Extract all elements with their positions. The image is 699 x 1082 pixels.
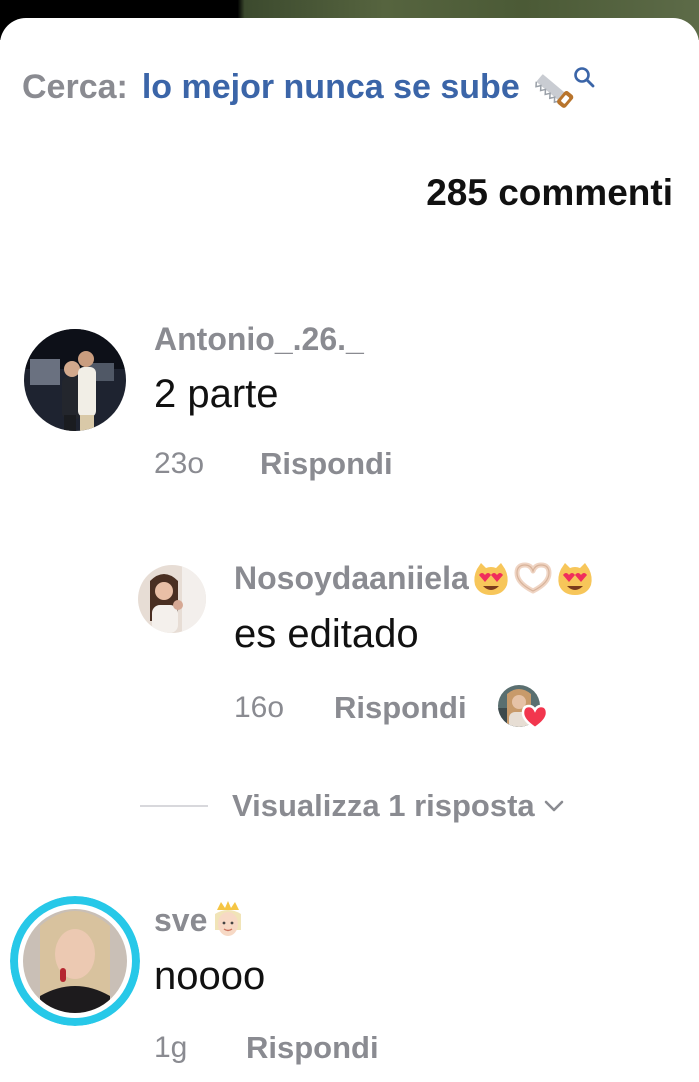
comment-meta: 1g Rispondi: [154, 1030, 379, 1066]
avatar-image: [138, 565, 206, 633]
princess-icon: [215, 901, 242, 936]
search-icon: [573, 67, 595, 88]
reply-button[interactable]: Rispondi: [246, 1030, 379, 1066]
avatar-image: [10, 896, 140, 1026]
search-query[interactable]: lo mejor nunca se sube: [142, 68, 520, 107]
comment-item: sve noooo 1g Rispondi: [0, 892, 699, 1082]
comment-time: 16o: [234, 691, 285, 724]
comment-item: Antonio_.26._ 2 parte 23o Rispondi: [0, 320, 699, 490]
creator-liked-badge: [497, 684, 548, 732]
divider-line: [140, 805, 208, 807]
comment-time: 23o: [154, 447, 205, 480]
comment-text: 2 parte: [154, 372, 279, 416]
heart-eyes-cat-icon: [474, 562, 508, 595]
heart-icon: [521, 704, 548, 730]
reply-button[interactable]: Rispondi: [260, 446, 393, 482]
comments-screen: Cerca: lo mejor nunca se sube 285 commen…: [0, 0, 699, 1082]
avatar[interactable]: [10, 896, 140, 1026]
username[interactable]: Antonio_.26._: [154, 321, 364, 358]
search-suggestion[interactable]: Cerca: lo mejor nunca se sube: [22, 64, 596, 110]
comment-text: es editado: [234, 612, 419, 656]
view-replies-label: Visualizza 1 risposta: [232, 788, 535, 823]
saw-icon: [534, 74, 574, 108]
comment-meta: 16o Rispondi: [234, 684, 548, 732]
avatar[interactable]: [24, 329, 126, 431]
chevron-down-icon: [544, 800, 563, 812]
avatar-image: [24, 329, 126, 431]
comment-meta: 23o Rispondi: [154, 446, 393, 482]
comment-text: noooo: [154, 954, 266, 998]
reply-item: Nosoydaaniiela es editado 16o Rispondi: [0, 558, 699, 730]
view-replies-button[interactable]: Visualizza 1 risposta: [140, 788, 565, 824]
comments-count: 285 commenti: [426, 172, 673, 213]
comment-time: 1g: [154, 1031, 188, 1064]
username[interactable]: Nosoydaaniiela: [234, 560, 595, 597]
search-prefix: Cerca:: [22, 67, 128, 106]
avatar[interactable]: [138, 565, 206, 633]
heart-eyes-cat-icon: [558, 562, 592, 595]
reply-button[interactable]: Rispondi: [334, 690, 467, 726]
username[interactable]: sve: [154, 900, 247, 940]
heart-hands-icon: [514, 562, 552, 593]
